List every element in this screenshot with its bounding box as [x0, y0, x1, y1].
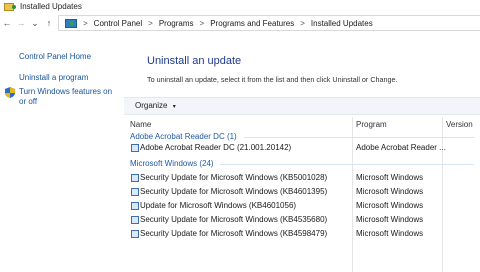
- address-box[interactable]: > Control Panel > Programs > Programs an…: [58, 15, 480, 31]
- breadcrumb-separator: >: [148, 18, 153, 28]
- update-name: Security Update for Microsoft Windows (K…: [140, 215, 328, 224]
- group-header-microsoft-windows[interactable]: Microsoft Windows (24): [130, 159, 214, 168]
- breadcrumb-separator: >: [83, 18, 88, 28]
- breadcrumb-programs[interactable]: Programs: [159, 19, 194, 28]
- group-divider: [244, 137, 474, 138]
- table-row[interactable]: Security Update for Microsoft Windows (K…: [124, 185, 480, 199]
- page-title: Uninstall an update: [147, 55, 242, 67]
- main-pane: Uninstall an update To uninstall an upda…: [124, 33, 480, 272]
- breadcrumb-installed-updates[interactable]: Installed Updates: [311, 19, 373, 28]
- title-bar: Installed Updates: [0, 0, 480, 13]
- table-row[interactable]: Update for Microsoft Windows (KB4601056)…: [124, 199, 480, 213]
- group-divider: [220, 164, 474, 165]
- organize-label: Organize: [135, 101, 168, 110]
- up-arrow-icon[interactable]: ↑: [42, 18, 56, 28]
- column-header-program[interactable]: Program: [356, 120, 387, 129]
- column-header-name[interactable]: Name: [130, 120, 151, 129]
- update-icon: [131, 188, 139, 196]
- installed-updates-icon: [4, 2, 16, 11]
- toolbar: Organize ▾: [124, 97, 480, 115]
- table-row[interactable]: Security Update for Microsoft Windows (K…: [124, 171, 480, 185]
- control-panel-home-link[interactable]: Control Panel Home: [19, 52, 91, 62]
- page-description: To uninstall an update, select it from t…: [147, 75, 398, 84]
- update-icon: [131, 230, 139, 238]
- group-header-adobe[interactable]: Adobe Acrobat Reader DC (1): [130, 132, 237, 141]
- update-name: Security Update for Microsoft Windows (K…: [140, 229, 328, 238]
- table-row[interactable]: Adobe Acrobat Reader DC (21.001.20142) A…: [124, 141, 480, 155]
- update-program: Microsoft Windows: [356, 201, 424, 210]
- update-program: Microsoft Windows: [356, 215, 424, 224]
- update-name: Adobe Acrobat Reader DC (21.001.20142): [140, 143, 292, 152]
- uac-shield-icon: [5, 87, 15, 98]
- update-icon: [131, 174, 139, 182]
- update-program: Adobe Acrobat Reader ...: [356, 143, 446, 152]
- column-header-version[interactable]: Version: [446, 120, 473, 129]
- update-icon: [131, 202, 139, 210]
- table-row[interactable]: Security Update for Microsoft Windows (K…: [124, 213, 480, 227]
- left-pane: Control Panel Home Uninstall a program T…: [0, 33, 124, 240]
- update-program: Microsoft Windows: [356, 173, 424, 182]
- organize-dropdown-icon: ▾: [172, 104, 176, 110]
- breadcrumb-programs-and-features[interactable]: Programs and Features: [210, 19, 294, 28]
- uninstall-program-link[interactable]: Uninstall a program: [19, 73, 88, 83]
- update-program: Microsoft Windows: [356, 229, 424, 238]
- address-bar: ← → ⌄ ↑ > Control Panel > Programs > Pro…: [0, 14, 480, 32]
- control-panel-icon: [65, 18, 77, 28]
- organize-button[interactable]: Organize ▾: [135, 101, 176, 110]
- update-name: Update for Microsoft Windows (KB4601056): [140, 201, 297, 210]
- update-icon: [131, 144, 139, 152]
- window-title: Installed Updates: [20, 2, 82, 11]
- breadcrumb-separator: >: [300, 18, 305, 28]
- back-arrow-icon[interactable]: ←: [0, 18, 14, 28]
- breadcrumb-control-panel[interactable]: Control Panel: [94, 19, 142, 28]
- update-name: Security Update for Microsoft Windows (K…: [140, 187, 328, 196]
- update-icon: [131, 216, 139, 224]
- update-name: Security Update for Microsoft Windows (K…: [140, 173, 328, 182]
- breadcrumb-separator: >: [199, 18, 205, 28]
- forward-arrow-icon[interactable]: →: [14, 18, 28, 28]
- table-row[interactable]: Security Update for Microsoft Windows (K…: [124, 227, 480, 241]
- windows-features-link[interactable]: Turn Windows features on or off: [19, 87, 119, 107]
- recent-locations-chevron-icon[interactable]: ⌄: [28, 18, 42, 29]
- update-program: Microsoft Windows: [356, 187, 424, 196]
